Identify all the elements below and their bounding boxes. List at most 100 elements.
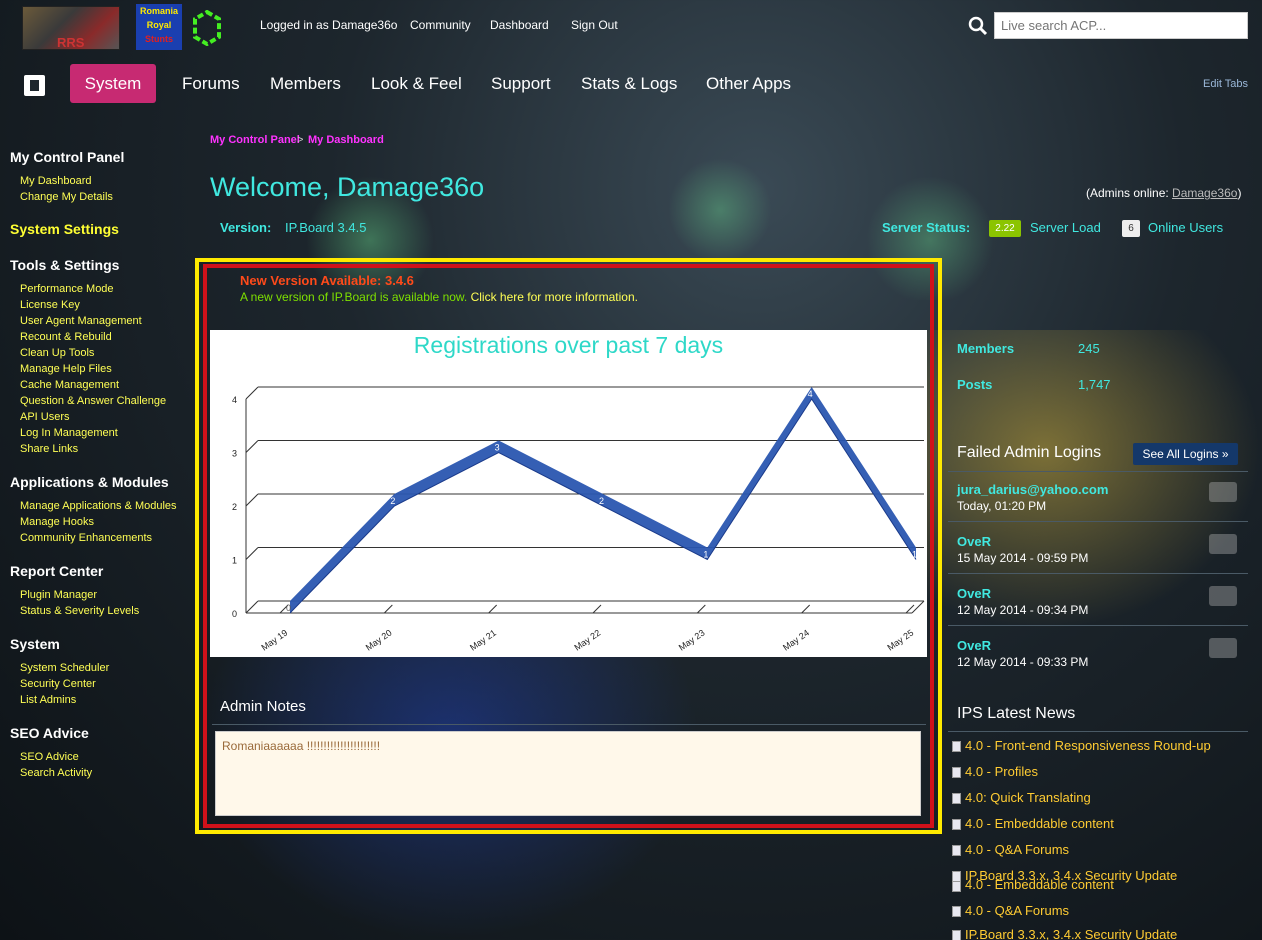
sidebar-item-share-links[interactable]: Share Links: [20, 443, 78, 455]
y-tick-label: 0: [232, 609, 237, 619]
sidebar-section-seo-advice: SEO Advice: [10, 725, 89, 741]
breadcrumb-my-dashboard[interactable]: My Dashboard: [308, 134, 384, 146]
logo-text: RRS: [57, 35, 85, 50]
grid-diagonal: [245, 440, 259, 453]
sidebar-item-change-my-details[interactable]: Change My Details: [20, 191, 113, 203]
breadcrumb-my-control-panel[interactable]: My Control Panel: [210, 134, 300, 146]
x-tick: [383, 604, 393, 614]
failed-logins-title: Failed Admin Logins: [957, 444, 1102, 461]
y-tick-label: 2: [232, 502, 237, 512]
server-load-badge: 2.22: [989, 220, 1021, 237]
list-divider: [948, 521, 1248, 522]
sidebar-section-my-control-panel: My Control Panel: [10, 149, 125, 165]
news-item[interactable]: 4.0 - Front-end Responsiveness Round-up: [965, 738, 1211, 753]
news-item[interactable]: 4.0 - Embeddable content: [965, 816, 1114, 831]
sidebar-item-manage-applications[interactable]: Manage Applications & Modules: [20, 500, 177, 512]
view-details-icon[interactable]: [1209, 586, 1237, 606]
sidebar-item-list-admins[interactable]: List Admins: [20, 694, 76, 706]
search-icon[interactable]: [968, 16, 988, 36]
sidebar-item-my-dashboard[interactable]: My Dashboard: [20, 175, 92, 187]
sidebar-section-system-settings[interactable]: System Settings: [10, 221, 119, 237]
site-logo[interactable]: RRS: [22, 6, 120, 50]
tab-look-feel[interactable]: Look & Feel: [371, 64, 462, 103]
hexagon-logo-icon: [193, 10, 221, 46]
admin-notes-divider: [212, 724, 926, 725]
x-tick-label: May 23: [677, 628, 707, 653]
tab-support[interactable]: Support: [491, 64, 551, 103]
server-load-label: Server Load: [1030, 220, 1101, 235]
sidebar-item-search-activity[interactable]: Search Activity: [20, 767, 92, 779]
admin-notes-textarea[interactable]: Romaniaaaaaa !!!!!!!!!!!!!!!!!!!!!!: [215, 731, 921, 816]
news-item[interactable]: 4.0 - Q&A Forums: [965, 842, 1069, 857]
failed-login-user[interactable]: jura_darius@yahoo.com: [957, 482, 1108, 497]
sidebar-item-security-center[interactable]: Security Center: [20, 678, 96, 690]
failed-login-user[interactable]: OveR: [957, 586, 991, 601]
failed-login-user[interactable]: OveR: [957, 534, 991, 549]
x-axis-depth: [911, 600, 925, 614]
members-value: 245: [1078, 341, 1100, 356]
document-icon: [952, 793, 961, 804]
sidebar-item-question-answer-challenge[interactable]: Question & Answer Challenge: [20, 395, 166, 407]
x-tick-label: May 24: [781, 628, 811, 653]
tab-system[interactable]: System: [70, 64, 156, 103]
admin-notes-title: Admin Notes: [220, 698, 306, 715]
sidebar-item-clean-up-tools[interactable]: Clean Up Tools: [20, 347, 94, 359]
view-details-icon[interactable]: [1209, 638, 1237, 658]
sidebar-item-community-enhancements[interactable]: Community Enhancements: [20, 532, 152, 544]
failed-login-time: 12 May 2014 - 09:34 PM: [957, 603, 1089, 617]
sidebar-item-license-key[interactable]: License Key: [20, 299, 80, 311]
sidebar-item-user-agent-management[interactable]: User Agent Management: [20, 315, 142, 327]
sidebar-section-tools-settings: Tools & Settings: [10, 257, 120, 273]
tab-members[interactable]: Members: [270, 64, 341, 103]
sidebar-section-applications-modules: Applications & Modules: [10, 474, 169, 490]
failed-login-time: Today, 01:20 PM: [957, 499, 1047, 513]
y-tick-label: 3: [232, 449, 237, 459]
logo-line-3: Stunts: [145, 34, 173, 44]
members-label: Members: [957, 341, 1015, 356]
document-icon: [952, 819, 961, 830]
server-status-label: Server Status:: [882, 220, 971, 235]
home-icon[interactable]: [24, 75, 45, 96]
news-item[interactable]: 4.0 - Profiles: [965, 764, 1038, 779]
search-input[interactable]: [994, 12, 1248, 39]
tab-forums[interactable]: Forums: [182, 64, 240, 103]
new-version-link[interactable]: Click here for more information.: [471, 290, 638, 304]
admins-online-user[interactable]: Damage36o: [1172, 186, 1237, 200]
view-details-icon[interactable]: [1209, 482, 1237, 502]
tab-stats-logs[interactable]: Stats & Logs: [581, 64, 677, 103]
sidebar-item-performance-mode[interactable]: Performance Mode: [20, 283, 114, 295]
community-link[interactable]: Community: [410, 18, 471, 32]
x-tick-label: May 19: [259, 628, 289, 653]
sidebar-item-system-scheduler[interactable]: System Scheduler: [20, 662, 109, 674]
news-item[interactable]: 4.0 - Embeddable content: [965, 877, 1114, 892]
list-divider: [948, 625, 1248, 626]
sidebar-item-manage-help-files[interactable]: Manage Help Files: [20, 363, 112, 375]
grid-diagonal: [245, 493, 259, 507]
logged-in-text: Logged in as Damage36o: [260, 18, 398, 32]
sign-out-link[interactable]: Sign Out: [571, 18, 618, 32]
sidebar-item-status-severity-levels[interactable]: Status & Severity Levels: [20, 605, 139, 617]
data-label: 4: [808, 389, 813, 399]
sidebar-item-seo-advice[interactable]: SEO Advice: [20, 751, 79, 763]
sidebar: My Control Panel My Dashboard Change My …: [0, 118, 193, 940]
online-users-label[interactable]: Online Users: [1148, 220, 1223, 235]
sidebar-item-recount-rebuild[interactable]: Recount & Rebuild: [20, 331, 112, 343]
tab-other-apps[interactable]: Other Apps: [706, 64, 791, 103]
sidebar-item-plugin-manager[interactable]: Plugin Manager: [20, 589, 97, 601]
dashboard-link[interactable]: Dashboard: [490, 18, 549, 32]
news-item[interactable]: 4.0: Quick Translating: [965, 790, 1091, 805]
sidebar-item-api-users[interactable]: API Users: [20, 411, 70, 423]
document-icon: [952, 930, 961, 940]
sidebar-item-cache-management[interactable]: Cache Management: [20, 379, 119, 391]
x-tick-label: May 25: [885, 628, 915, 653]
x-tick: [696, 604, 706, 614]
see-all-logins-button[interactable]: See All Logins »: [1133, 443, 1238, 465]
view-details-icon[interactable]: [1209, 534, 1237, 554]
sidebar-item-manage-hooks[interactable]: Manage Hooks: [20, 516, 94, 528]
failed-login-user[interactable]: OveR: [957, 638, 991, 653]
news-item[interactable]: IP.Board 3.3.x, 3.4.x Security Update: [965, 927, 1177, 940]
document-icon: [952, 881, 961, 892]
edit-tabs-link[interactable]: Edit Tabs: [1203, 78, 1248, 90]
sidebar-item-log-in-management[interactable]: Log In Management: [20, 427, 118, 439]
news-item[interactable]: 4.0 - Q&A Forums: [965, 903, 1069, 918]
